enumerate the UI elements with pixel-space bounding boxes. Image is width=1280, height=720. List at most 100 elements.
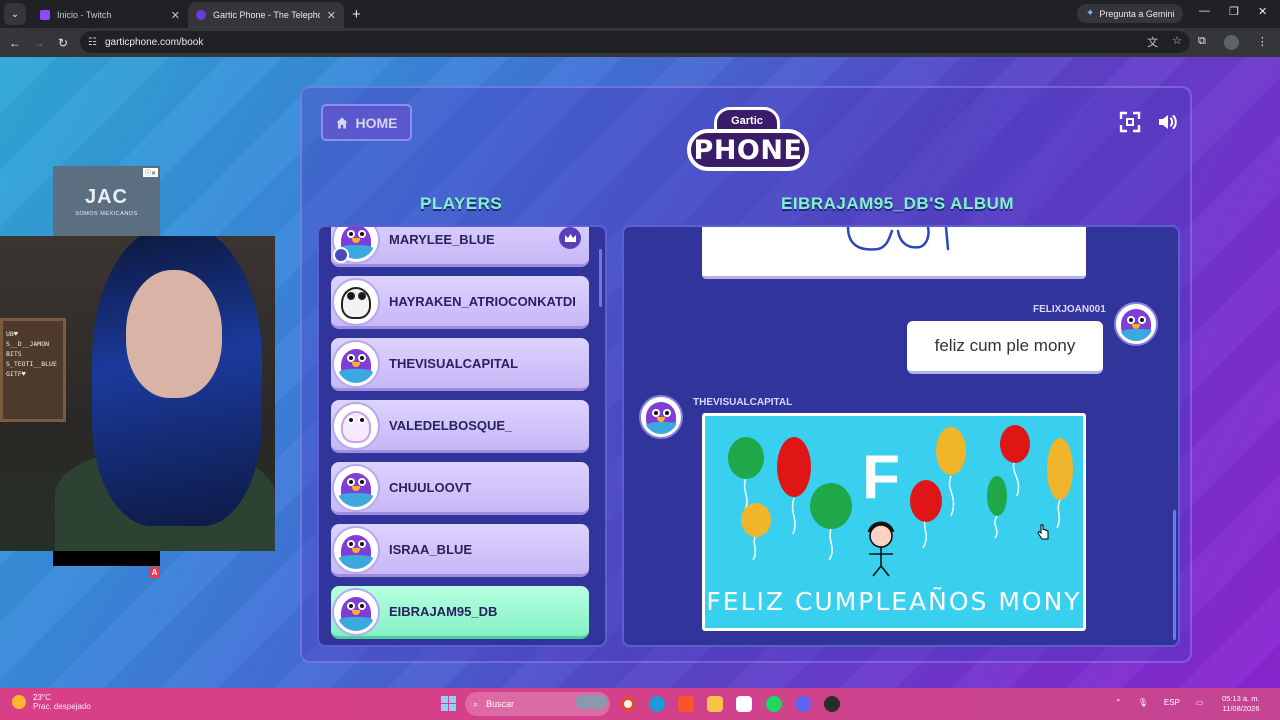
players-panel[interactable]: MARYLEE_BLUE HAYRAKEN_ATRIOCONKATDI THEV… <box>317 225 607 647</box>
twitch-favicon-icon <box>40 10 50 20</box>
new-tab-button[interactable]: + <box>352 6 361 23</box>
tab-search-button[interactable]: ⌄ <box>4 3 26 25</box>
birthday-drawing: F FELIZ CUMPLEAÑOS MONY <box>702 413 1086 631</box>
player-item: HAYRAKEN_ATRIOCONKATDI <box>331 276 589 329</box>
bird-avatar <box>641 397 681 437</box>
message-author: FELIXJOAN001 <box>1033 304 1106 315</box>
microphone-icon[interactable]: 🎙 <box>1138 698 1148 707</box>
balloon <box>987 476 1007 516</box>
home-button[interactable]: HOME <box>321 104 412 141</box>
previous-drawing-strokes <box>846 227 950 251</box>
drawing-caption: FELIZ CUMPLEAÑOS MONY <box>706 587 1082 616</box>
players-title: PLAYERS <box>420 194 503 213</box>
close-tab-icon[interactable]: ✕ <box>327 9 336 22</box>
balloon <box>936 427 966 475</box>
gemini-button[interactable]: ✦ Pregunta a Gemini <box>1077 4 1184 23</box>
players-scrollbar[interactable] <box>599 249 602 307</box>
brave-icon[interactable] <box>678 696 694 712</box>
network-icon[interactable]: ▭ <box>1196 698 1204 707</box>
board-line: S__D__JAMON <box>6 340 50 348</box>
player-name: MARYLEE_BLUE <box>389 231 495 247</box>
obs-icon[interactable] <box>824 696 840 712</box>
top-icons <box>1118 110 1180 134</box>
site-settings-icon[interactable]: ☷ <box>88 37 97 48</box>
balloon <box>728 437 764 479</box>
player-name: VALEDELBOSQUE_ <box>389 417 513 433</box>
streamer-face <box>126 270 222 398</box>
balloon <box>1047 438 1073 500</box>
tab-twitch[interactable]: Inicio - Twitch ✕ <box>32 2 188 28</box>
gartic-favicon-icon <box>196 10 206 20</box>
page-viewport: JAC SOMOS MEXICANOS ⓘ✕ UB♥ S__D__JAMON B… <box>0 57 1280 688</box>
gemini-sparkle-icon: ✦ <box>1086 8 1095 19</box>
search-icon: ⌕ <box>473 698 479 709</box>
extensions-icon[interactable]: ⧉ <box>1198 35 1206 50</box>
restore-icon[interactable]: ❐ <box>1229 5 1239 18</box>
edge-icon[interactable] <box>649 696 665 712</box>
file-explorer-icon[interactable] <box>707 696 723 712</box>
tab-title: Inicio - Twitch <box>57 10 112 20</box>
system-tray: ⌃ 🎙 ESP ▭ <box>1115 698 1203 707</box>
player-name: CHUULOOVT <box>389 479 472 495</box>
back-arrow-icon[interactable]: ← <box>3 36 27 50</box>
hand-cursor-icon <box>1037 524 1049 540</box>
store-icon[interactable] <box>736 696 752 712</box>
game-container: HOME Gartic PHONE PLAYERS EIBRAJAM95_DB'… <box>300 86 1192 663</box>
clock-time: 05:13 a. m. <box>1222 694 1260 703</box>
message-bubble: feliz cum ple mony <box>907 321 1103 374</box>
windows-start-icon[interactable] <box>441 696 456 711</box>
gartic-phone-logo: Gartic PHONE <box>687 105 809 177</box>
close-window-icon[interactable]: ✕ <box>1258 5 1267 18</box>
close-tab-icon[interactable]: ✕ <box>171 9 180 22</box>
player-name: EIBRAJAM95_DB <box>389 603 498 619</box>
sun-icon <box>12 695 26 709</box>
album-scrollbar[interactable] <box>1173 510 1176 640</box>
board-line: BITS <box>6 350 22 358</box>
player-name: ISRAA_BLUE <box>389 541 473 557</box>
chrome-icon[interactable] <box>620 696 636 712</box>
spotify-icon[interactable] <box>766 696 782 712</box>
board-line: GITF♥ <box>6 370 26 378</box>
album-panel[interactable]: FELIXJOAN001 feliz cum ple mony THEVISUA… <box>622 225 1180 647</box>
player-item: MARYLEE_BLUE <box>331 227 589 267</box>
album-title: EIBRAJAM95_DB'S ALBUM <box>781 194 1015 213</box>
previous-drawing <box>702 227 1086 279</box>
search-highlight-icon[interactable] <box>575 695 607 709</box>
minimize-icon[interactable]: — <box>1199 5 1210 17</box>
player-item: THEVISUALCAPITAL <box>331 338 589 391</box>
browser-menu-icon[interactable]: ⋮ <box>1257 35 1268 50</box>
fullscreen-icon[interactable] <box>1118 110 1142 134</box>
address-bar: ← → ↻ ☷ garticphone.com/book 文 ☆ ⧉ ⋮ <box>0 28 1280 57</box>
reload-icon[interactable]: ↻ <box>51 36 75 50</box>
overlay-badge: A <box>149 567 160 578</box>
balloon <box>741 503 771 537</box>
weather-widget[interactable]: 23°C Prac. despejado <box>12 693 91 711</box>
omnibox[interactable]: ☷ garticphone.com/book 文 ☆ <box>80 31 1190 53</box>
profile-avatar[interactable] <box>1223 35 1239 50</box>
search-label: Buscar <box>486 699 515 709</box>
bird-avatar <box>1116 304 1156 344</box>
sponsor-text: SOMOS MEXICANOS <box>75 210 138 217</box>
tab-gartic-phone[interactable]: Gartic Phone - The Telephone Game ✕ <box>188 2 344 28</box>
chalkboard: UB♥ S__D__JAMON BITS S_TEOTI__BLUE GITF♥ <box>0 318 66 422</box>
tray-chevron-icon[interactable]: ⌃ <box>1115 698 1122 707</box>
bird-avatar <box>334 342 378 386</box>
discord-icon[interactable] <box>795 696 811 712</box>
volume-icon[interactable] <box>1156 110 1180 134</box>
forward-arrow-icon[interactable]: → <box>27 36 51 50</box>
player-item: ISRAA_BLUE <box>331 524 589 577</box>
balloon <box>777 437 811 497</box>
tab-title: Gartic Phone - The Telephone Game <box>213 10 320 20</box>
taskbar-clock[interactable]: 05:13 a. m. 11/08/2026 <box>1222 694 1260 714</box>
unicorn-avatar <box>334 404 378 448</box>
gemini-label: Pregunta a Gemini <box>1099 8 1175 19</box>
players-list: MARYLEE_BLUE HAYRAKEN_ATRIOCONKATDI THEV… <box>331 227 589 645</box>
bird-avatar <box>334 528 378 572</box>
language-indicator[interactable]: ESP <box>1164 698 1180 707</box>
url-text[interactable]: garticphone.com/book <box>105 37 203 48</box>
bookmark-star-icon[interactable]: ☆ <box>1172 34 1182 50</box>
stick-figure <box>867 521 895 577</box>
sponsor-overlay: JAC SOMOS MEXICANOS ⓘ✕ <box>53 166 160 236</box>
translate-icon[interactable]: 文 <box>1147 34 1158 50</box>
clock-date: 11/08/2026 <box>1222 704 1260 713</box>
